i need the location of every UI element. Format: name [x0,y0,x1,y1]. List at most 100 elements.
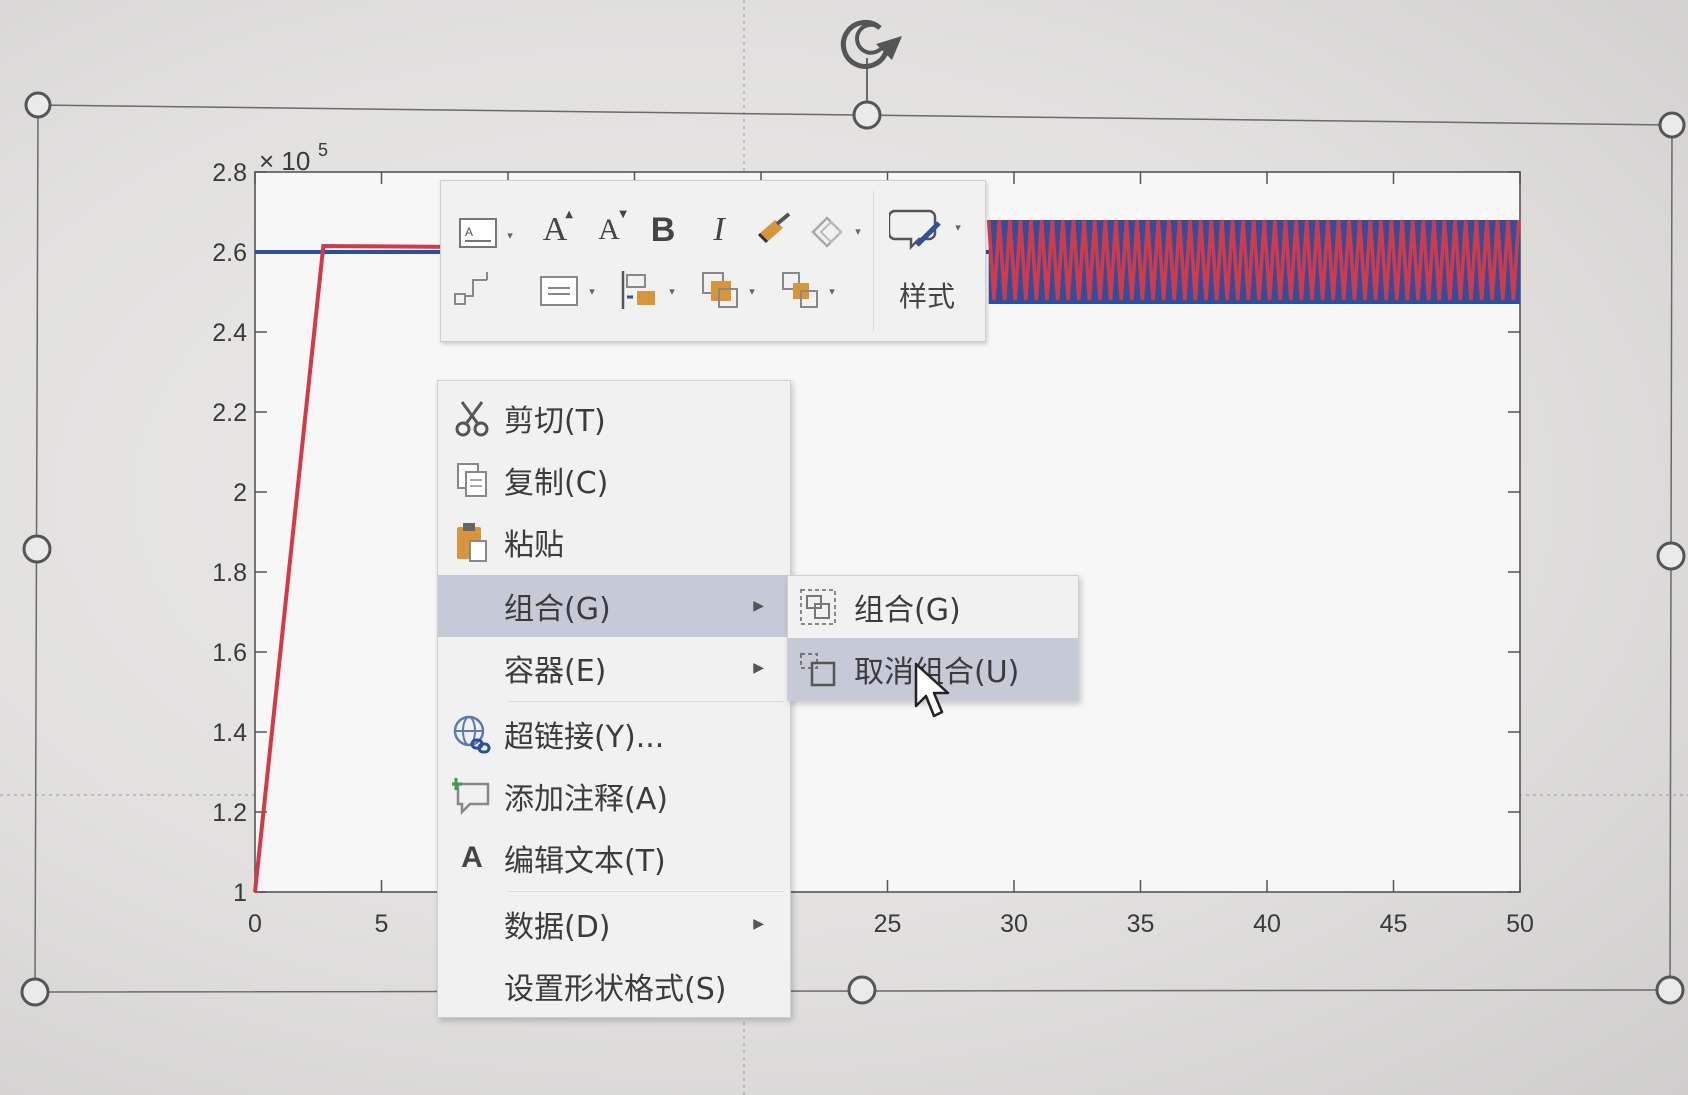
menu-item-cut[interactable]: 剪切(T) [438,387,790,449]
chevron-down-icon[interactable]: ▾ [851,221,865,241]
style-label: 样式 [898,280,955,313]
hyperlink-icon [452,714,492,754]
shape-effects-button[interactable] [803,205,851,255]
chevron-down-icon[interactable]: ▾ [951,217,965,237]
bold-icon: B [650,210,676,249]
shrink-font-icon: A [598,213,620,246]
y-tick-label: 1.8 [212,559,247,587]
add-comment-icon [452,776,492,816]
menu-item-label: 粘贴 [504,528,564,563]
bring-forward-button[interactable] [695,265,743,315]
text-box-icon: A [459,218,497,248]
scissors-icon [452,398,492,438]
resize-handle-bottom-left[interactable] [20,977,50,1007]
mouse-cursor-icon [914,662,950,718]
menu-separator [508,701,784,702]
chevron-down-icon[interactable]: ▾ [585,281,599,301]
x-tick-label: 0 [248,910,262,938]
connector-button[interactable] [449,263,497,313]
menu-item-copy[interactable]: 复制(C) [438,449,790,511]
y-tick-label: 1.2 [212,799,247,827]
resize-handle-top-right[interactable] [1658,111,1686,139]
menu-item-edit-text[interactable]: A 编辑文本(T) [438,827,790,889]
menu-item-label: 添加注释(A) [504,782,668,817]
toolbar-divider [873,191,874,331]
y-tick-label: 1 [233,879,247,907]
menu-item-label: 数据(D) [504,910,611,945]
send-backward-button[interactable] [775,265,823,315]
submenu-arrow-icon: ▶ [753,916,764,932]
menu-separator [508,891,784,892]
y-tick-label: 2.4 [212,319,247,347]
chevron-down-icon[interactable]: ▾ [825,281,839,301]
edit-text-icon: A [452,838,492,878]
align-objects-button[interactable] [615,265,663,315]
context-menu: 剪切(T) 复制(C) 粘贴 组合(G) ▶ 容器(E) ▶ 超链接(Y)...… [437,380,791,1018]
text-box-style-button[interactable]: A [453,211,503,255]
resize-handle-middle-right[interactable] [1656,541,1686,571]
menu-item-label: 编辑文本(T) [504,844,666,879]
grow-font-button[interactable]: A ▲ [533,205,577,255]
align-objects-icon [621,271,655,309]
menu-item-paste[interactable]: 粘贴 [438,511,790,573]
chevron-down-icon[interactable]: ▾ [665,281,679,301]
x-tick-label: 5 [375,910,389,938]
shape-style-button[interactable] [885,197,949,261]
align-icon [540,276,578,306]
menu-item-label: 超链接(Y)... [504,720,665,755]
menu-item-group[interactable]: 组合(G) ▶ [438,575,790,637]
x-tick-label: 25 [874,910,902,938]
style-button[interactable]: 样式 [887,273,967,317]
y-tick-label: 2.8 [212,159,247,187]
x-tick-label: 45 [1380,910,1408,938]
x-tick-label: 50 [1506,910,1534,938]
group-icon [800,589,836,625]
y-exponent-label: × 10 [259,146,310,176]
paste-icon [452,522,492,562]
slide-canvas: 0510152025303540455011.21.41.61.822.22.4… [0,0,1688,1095]
y-exponent-power: 5 [318,140,328,160]
ungroup-icon [800,653,836,687]
menu-item-hyperlink[interactable]: 超链接(Y)... [438,703,790,765]
rotate-handle[interactable] [840,19,902,69]
y-tick-label: 2.2 [212,399,247,427]
resize-handle-top-left[interactable] [24,91,52,119]
format-painter-button[interactable] [749,205,797,255]
y-tick-label: 1.6 [212,639,247,667]
x-tick-label: 35 [1127,910,1155,938]
submenu-item-group[interactable]: 组合(G) [788,576,1078,638]
menu-item-container[interactable]: 容器(E) ▶ [438,637,790,699]
resize-handle-top-center[interactable] [852,100,882,130]
menu-item-label: 剪切(T) [504,404,606,439]
shrink-font-button[interactable]: A ▼ [587,205,631,255]
menu-item-format-shape[interactable]: 设置形状格式(S) [438,955,790,1017]
connector-icon [454,272,488,305]
shape-style-icon [889,209,941,251]
bold-button[interactable]: B [641,205,685,255]
submenu-arrow-icon: ▶ [753,598,764,614]
y-tick-label: 2.6 [212,239,247,267]
bring-forward-icon [702,272,738,308]
submenu-item-label: 组合(G) [854,593,961,628]
y-tick-label: 1.4 [212,719,247,747]
chevron-down-icon[interactable]: ▾ [745,281,759,301]
grow-font-icon: A [542,211,568,248]
align-button[interactable] [535,269,583,315]
menu-item-data[interactable]: 数据(D) ▶ [438,893,790,955]
chevron-down-icon[interactable]: ▾ [503,225,517,245]
svg-text:A: A [465,225,473,239]
italic-icon: I [713,211,725,248]
edit-text-glyph: A [461,841,483,874]
menu-item-add-comment[interactable]: 添加注释(A) [438,765,790,827]
italic-button[interactable]: I [697,205,741,255]
menu-item-label: 容器(E) [504,654,607,689]
resize-handle-middle-left[interactable] [22,534,52,564]
send-backward-icon [782,272,818,308]
menu-item-label: 设置形状格式(S) [504,972,727,1007]
x-tick-label: 40 [1253,910,1281,938]
menu-item-label: 复制(C) [504,466,609,501]
format-painter-icon [757,212,791,244]
resize-handle-bottom-right[interactable] [1655,975,1685,1005]
y-tick-label: 2 [233,479,247,507]
resize-handle-bottom-center[interactable] [847,975,877,1005]
